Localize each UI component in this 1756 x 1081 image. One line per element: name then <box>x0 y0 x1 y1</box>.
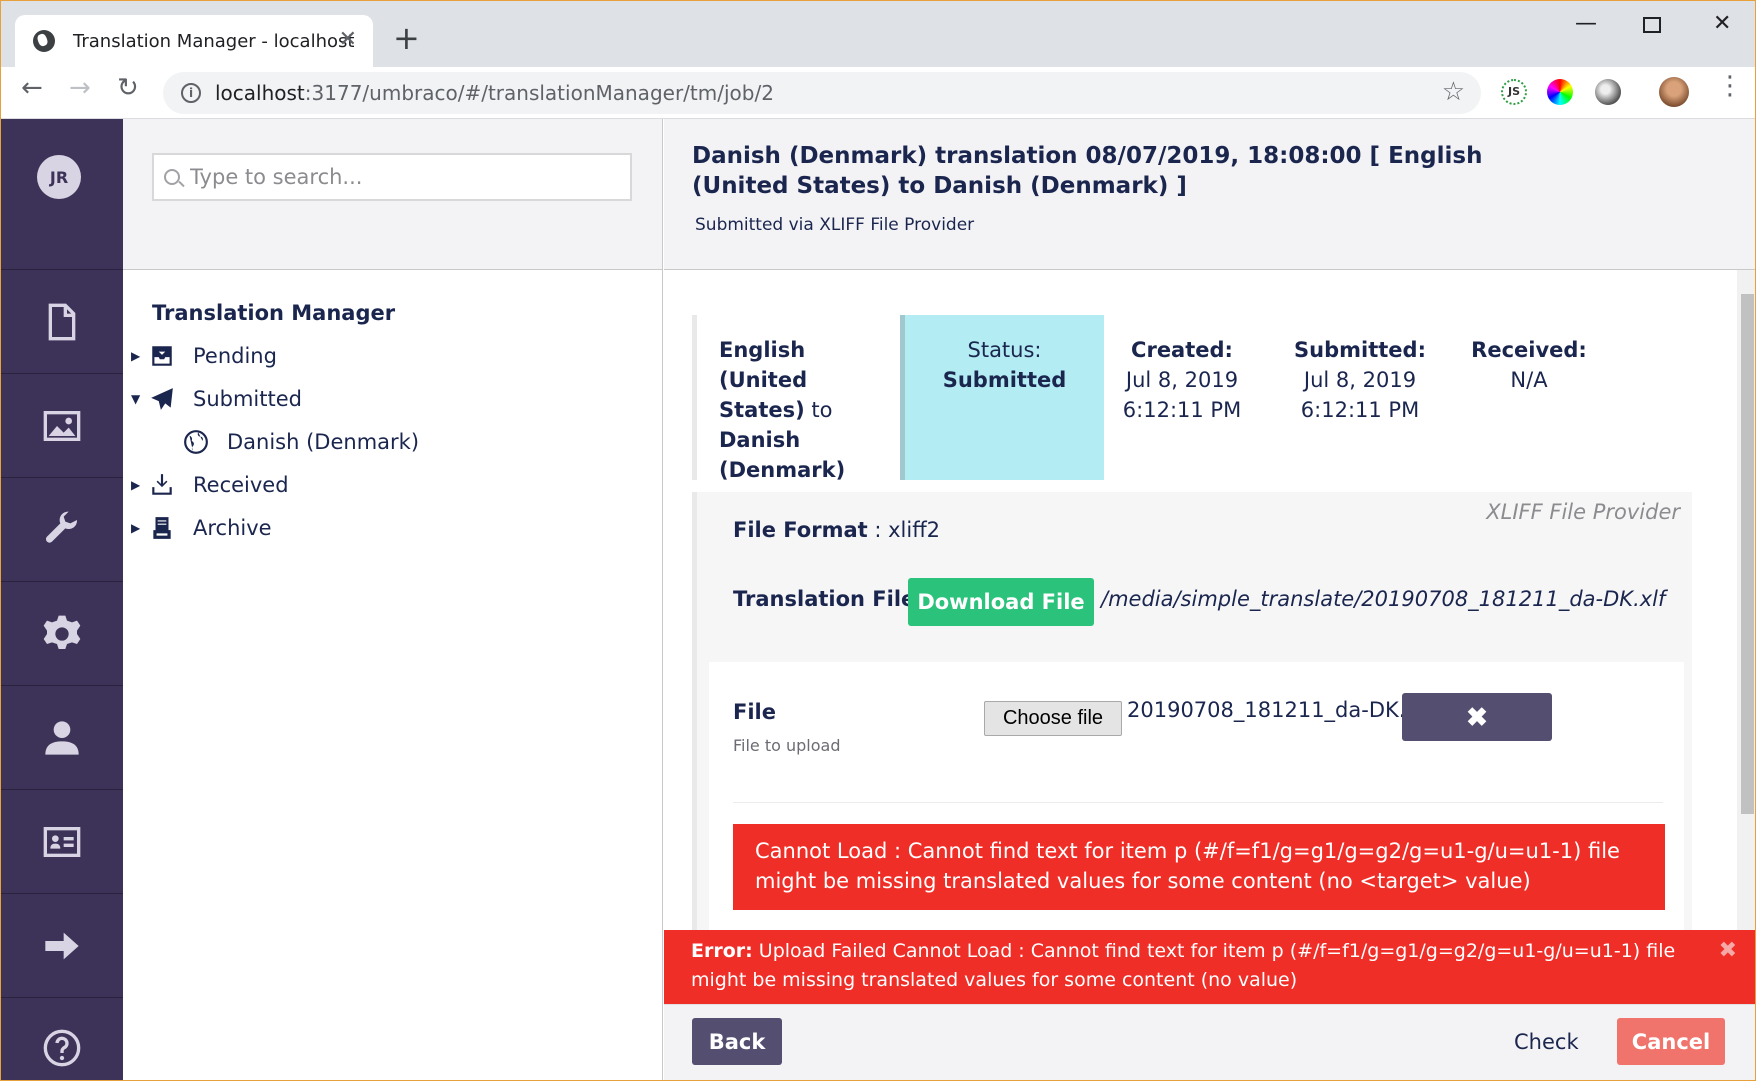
image-icon <box>43 410 81 441</box>
translation-file-label: Translation File : <box>733 587 929 611</box>
wrench-icon <box>45 511 78 543</box>
menu-kebab-icon[interactable]: ⋮ <box>1717 71 1743 101</box>
scrollbar-thumb[interactable] <box>1741 294 1754 814</box>
js-extension-icon[interactable]: JS <box>1501 79 1527 105</box>
close-icon: ✖ <box>1466 701 1488 732</box>
url-text: localhost:3177/umbraco/#/translationMana… <box>215 81 774 105</box>
back-button[interactable]: Back <box>692 1018 782 1065</box>
section-packages[interactable] <box>1 582 123 686</box>
language-pair: English (United States) to Danish (Denma… <box>719 338 846 482</box>
page-subtitle: Submitted via XLIFF File Provider <box>695 215 975 235</box>
tree-search[interactable] <box>152 153 632 201</box>
provider-panel: XLIFF File Provider File Format : xliff2… <box>692 492 1692 932</box>
paper-plane-icon <box>151 388 173 410</box>
browser-toolbar: ← → ↻ i localhost:3177/umbraco/#/transla… <box>1 67 1755 119</box>
caret-right-icon[interactable]: ▶ <box>131 349 149 363</box>
globe-icon <box>33 30 55 52</box>
profile-avatar-icon[interactable] <box>1659 77 1689 107</box>
document-icon <box>48 303 76 340</box>
translation-file-path: /media/simple_translate/20190708_181211_… <box>1101 587 1666 611</box>
section-sidebar: JR <box>1 119 123 1080</box>
id-card-icon <box>43 826 81 857</box>
close-tab-icon[interactable]: ✕ <box>339 27 357 52</box>
download-file-button[interactable]: Download File <box>908 578 1094 626</box>
tree-node-label: Received <box>193 473 289 497</box>
scrollbar[interactable] <box>1737 270 1755 930</box>
tab-strip: Translation Manager - localhost ✕ + — ✕ <box>1 1 1755 67</box>
gear-icon <box>43 615 81 649</box>
tree-node-submitted[interactable]: ▼ Submitted <box>131 386 302 412</box>
divider <box>733 802 1663 803</box>
page-title: Danish (Denmark) translation 08/07/2019,… <box>692 143 1483 199</box>
cancel-button[interactable]: Cancel <box>1617 1018 1725 1065</box>
check-button[interactable]: Check <box>1514 1018 1579 1065</box>
address-bar[interactable]: i localhost:3177/umbraco/#/translationMa… <box>163 72 1481 114</box>
tree-node-label: Submitted <box>193 387 302 411</box>
search-icon <box>164 169 180 185</box>
close-icon[interactable]: ✖ <box>1719 936 1737 965</box>
received-info: Received: N/A <box>1471 338 1587 392</box>
maximize-icon[interactable] <box>1643 17 1661 33</box>
help-icon <box>43 1029 81 1067</box>
tab-title: Translation Manager - localhost <box>73 30 355 52</box>
chosen-filename: 20190708_181211_da-DK.xlf <box>1127 698 1432 722</box>
section-content[interactable] <box>1 270 123 374</box>
upload-label: File <box>733 700 776 724</box>
caret-right-icon[interactable]: ▶ <box>131 478 149 492</box>
error-message-box: Cannot Load : Cannot find text for item … <box>733 824 1665 910</box>
arrow-right-icon <box>45 932 79 959</box>
bookmark-star-icon[interactable]: ☆ <box>1442 77 1465 107</box>
status-badge: Status: Submitted <box>900 315 1104 480</box>
section-settings[interactable] <box>1 478 123 582</box>
tree-panel: Translation Manager ▶ Pending ▼ Submitte… <box>123 119 663 1080</box>
provider-name: XLIFF File Provider <box>1486 500 1680 524</box>
choose-file-button[interactable]: Choose file <box>984 701 1122 736</box>
inbox-icon <box>152 346 172 366</box>
caret-right-icon[interactable]: ▶ <box>131 521 149 535</box>
browser-window: Translation Manager - localhost ✕ + — ✕ … <box>0 0 1756 1081</box>
tree-node-received[interactable]: ▶ Received <box>131 472 289 498</box>
new-tab-icon[interactable]: + <box>393 19 420 57</box>
globe-icon <box>184 430 208 454</box>
editor-panel: Danish (Denmark) translation 08/07/2019,… <box>664 119 1755 1080</box>
clear-file-button[interactable]: ✖ <box>1402 693 1552 741</box>
section-users[interactable] <box>1 686 123 790</box>
section-members[interactable] <box>1 790 123 894</box>
extension-icon[interactable] <box>1595 79 1621 105</box>
umbraco-app: JR Type to search... Translation Manager… <box>1 119 1755 1080</box>
tree-node-label: Pending <box>193 344 277 368</box>
upload-sublabel: File to upload <box>733 736 841 755</box>
search-input[interactable] <box>190 165 590 189</box>
minimize-icon[interactable]: — <box>1575 11 1597 36</box>
user-icon <box>45 720 79 755</box>
close-window-icon[interactable]: ✕ <box>1713 11 1731 36</box>
job-summary: English (United States) to Danish (Denma… <box>692 315 1692 482</box>
info-icon[interactable]: i <box>181 83 201 103</box>
tree-node-label: Archive <box>193 516 272 540</box>
created-info: Created: Jul 8, 2019 6:12:11 PM <box>1122 338 1242 422</box>
download-tray-icon <box>152 474 172 495</box>
forward-arrow-icon[interactable]: → <box>69 73 91 103</box>
browser-tab[interactable]: Translation Manager - localhost ✕ <box>15 15 373 67</box>
section-translation[interactable] <box>1 894 123 998</box>
tree-node-archive[interactable]: ▶ Archive <box>131 515 272 541</box>
user-avatar[interactable]: JR <box>37 155 81 199</box>
tree-node-pending[interactable]: ▶ Pending <box>131 343 277 369</box>
back-arrow-icon[interactable]: ← <box>21 73 43 103</box>
submitted-info: Submitted: Jul 8, 2019 6:12:11 PM <box>1294 338 1426 422</box>
editor-body: English (United States) to Danish (Denma… <box>664 270 1755 932</box>
reload-icon[interactable]: ↻ <box>117 73 139 103</box>
tree-node-danish-denmark[interactable]: Danish (Denmark) <box>183 429 419 455</box>
error-notification: Error: Upload Failed Cannot Load : Canno… <box>664 930 1755 1004</box>
caret-down-icon[interactable]: ▼ <box>131 392 149 406</box>
editor-footer: Back Check Cancel <box>664 1004 1755 1080</box>
tree-title: Translation Manager <box>152 301 396 325</box>
section-help[interactable] <box>1 998 123 1080</box>
file-format-row: File Format : xliff2 <box>733 518 941 542</box>
upload-section: File File to upload Choose file 20190708… <box>709 662 1684 932</box>
color-picker-extension-icon[interactable] <box>1547 79 1573 105</box>
section-media[interactable] <box>1 374 123 478</box>
tree-node-label: Danish (Denmark) <box>227 430 420 454</box>
archive-icon <box>153 517 171 539</box>
